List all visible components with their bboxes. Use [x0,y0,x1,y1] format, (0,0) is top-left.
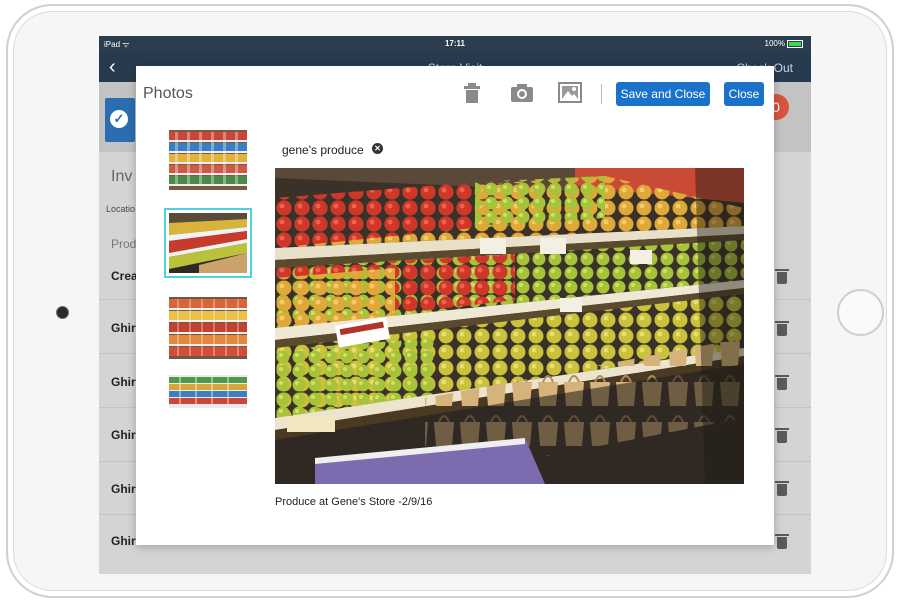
check-in-status: ✓ [105,98,135,142]
photo-thumbnail[interactable] [169,375,247,408]
photo-thumbnail[interactable] [169,297,247,359]
battery-icon [787,39,803,48]
photo-thumbnail-selected[interactable] [169,213,247,273]
save-and-close-button[interactable]: Save and Close [616,82,710,106]
status-battery: 100% [765,39,803,48]
list-item[interactable]: Ghir [111,428,136,442]
modal-title: Photos [143,85,193,102]
check-icon: ✓ [110,110,128,128]
status-time: 17:11 [444,39,466,48]
trash-icon[interactable] [460,82,484,104]
image-icon[interactable] [558,82,582,104]
photo-caption: Produce at Gene's Store -2/9/16 [275,496,433,508]
list-item[interactable]: Ghir [111,534,136,548]
photos-modal: Photos Save and Close Close gene's produ… [136,66,774,545]
camera-icon[interactable] [510,82,534,104]
photo-tag: gene's produce [282,143,364,157]
trash-icon[interactable] [775,428,789,443]
trash-icon[interactable] [775,534,789,549]
battery-text: 100% [764,39,785,48]
list-item[interactable]: Crea [111,269,138,283]
trash-icon[interactable] [775,321,789,336]
toolbar-divider [601,84,602,104]
section-title: Inv [111,168,133,185]
photo-thumbnail[interactable] [169,130,247,190]
remove-tag-icon[interactable]: ✕ [372,143,383,154]
products-label: Prod [111,237,137,251]
list-item[interactable]: Ghir [111,375,136,389]
location-label: Locatio [106,204,136,214]
list-item[interactable]: Ghir [111,321,136,335]
home-button[interactable] [837,289,884,336]
front-camera [56,306,69,319]
trash-icon[interactable] [775,269,789,284]
trash-icon[interactable] [775,375,789,390]
close-button[interactable]: Close [724,82,764,106]
trash-icon[interactable] [775,481,789,496]
status-bar: iPad ᯤ 17:11 100% [99,36,811,53]
list-item[interactable]: Ghir [111,482,136,496]
main-photo [275,168,744,484]
